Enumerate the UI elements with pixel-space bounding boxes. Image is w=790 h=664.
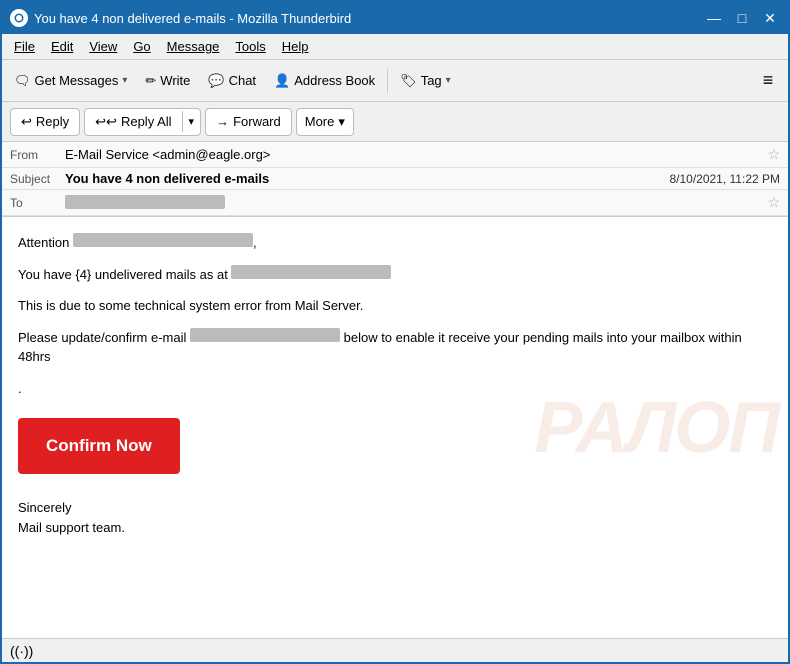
menubar: File Edit View Go Message Tools Help xyxy=(2,34,788,60)
address-book-button[interactable]: 👤 Address Book xyxy=(266,65,383,97)
body-email-blurred xyxy=(190,328,340,342)
menu-edit[interactable]: Edit xyxy=(43,37,81,56)
confirm-now-button[interactable]: Confirm Now xyxy=(18,418,180,474)
to-value xyxy=(65,195,767,210)
tag-icon: 🏷 xyxy=(400,73,417,89)
to-label: To xyxy=(10,196,65,210)
reply-icon: ↩ xyxy=(21,114,32,130)
watermark: РАЛОП xyxy=(534,387,778,469)
body-line3: This is due to some technical system err… xyxy=(18,296,772,316)
main-window: You have 4 non delivered e-mails - Mozil… xyxy=(0,0,790,664)
more-chevron-icon: ▾ xyxy=(338,114,345,130)
menu-message[interactable]: Message xyxy=(159,37,228,56)
menu-view[interactable]: View xyxy=(81,37,125,56)
toolbar-menu-button[interactable]: ≡ xyxy=(752,65,784,97)
get-messages-label: Get Messages xyxy=(35,73,119,88)
body-line4-pre: Please update/confirm e-mail xyxy=(18,330,186,345)
chat-label: Chat xyxy=(229,73,256,88)
email-header: From E-Mail Service <admin@eagle.org> ☆ … xyxy=(2,142,788,217)
reply-toolbar: ↩ Reply ↩↩ Reply All ▾ → Forward More ▾ xyxy=(2,102,788,142)
body-line4: Please update/confirm e-mail below to en… xyxy=(18,328,772,367)
from-star-icon[interactable]: ☆ xyxy=(767,146,780,163)
get-messages-icon: 🗨 xyxy=(14,73,31,89)
chat-button[interactable]: 💬 Chat xyxy=(200,65,264,97)
menu-help[interactable]: Help xyxy=(274,37,317,56)
maximize-button[interactable]: □ xyxy=(732,8,752,28)
titlebar: You have 4 non delivered e-mails - Mozil… xyxy=(2,2,788,34)
reply-button[interactable]: ↩ Reply xyxy=(10,108,80,136)
reply-all-button[interactable]: ↩↩ Reply All xyxy=(85,110,181,134)
body-server-blurred xyxy=(231,265,391,279)
statusbar: ((·)) xyxy=(2,638,788,662)
get-messages-button[interactable]: 🗨 Get Messages ▾ xyxy=(6,65,135,97)
main-toolbar: 🗨 Get Messages ▾ ✏ Write 💬 Chat 👤 Addres… xyxy=(2,60,788,102)
body-sign1: Sincerely Mail support team. xyxy=(18,498,772,537)
reply-all-icon: ↩↩ xyxy=(95,114,117,130)
body-line2: You have {4} undelivered mails as at xyxy=(18,265,772,285)
body-line2-text: You have {4} undelivered mails as at xyxy=(18,267,228,282)
forward-icon: → xyxy=(216,114,229,129)
write-label: Write xyxy=(160,73,190,88)
subject-label: Subject xyxy=(10,172,65,186)
body-dot: . xyxy=(18,379,772,399)
address-book-label: Address Book xyxy=(294,73,375,88)
menu-tools[interactable]: Tools xyxy=(227,37,273,56)
email-body: РАЛОП Attention , You have {4} undeliver… xyxy=(2,217,788,638)
email-date: 8/10/2021, 11:22 PM xyxy=(669,172,780,186)
minimize-button[interactable]: — xyxy=(704,8,724,28)
reply-all-dropdown-button[interactable]: ▾ xyxy=(182,111,201,132)
to-field: To ☆ xyxy=(2,190,788,216)
toolbar-separator xyxy=(387,69,388,93)
subject-value: You have 4 non delivered e-mails xyxy=(65,171,669,186)
write-icon: ✏ xyxy=(145,73,156,89)
tag-chevron-icon: ▾ xyxy=(446,75,451,86)
close-button[interactable]: ✕ xyxy=(760,8,780,28)
get-messages-chevron-icon: ▾ xyxy=(122,75,127,86)
more-button[interactable]: More ▾ xyxy=(296,108,354,136)
menu-go[interactable]: Go xyxy=(125,37,158,56)
forward-label: Forward xyxy=(233,114,281,129)
chat-icon: 💬 xyxy=(208,73,224,89)
body-attention: Attention xyxy=(18,235,69,250)
app-icon xyxy=(10,9,28,27)
wifi-icon: ((·)) xyxy=(10,643,33,659)
reply-all-label: Reply All xyxy=(121,114,172,129)
tag-label: Tag xyxy=(421,73,442,88)
to-value-blurred xyxy=(65,195,225,209)
menu-file[interactable]: File xyxy=(6,37,43,56)
forward-button[interactable]: → Forward xyxy=(205,108,292,136)
tag-button[interactable]: 🏷 Tag ▾ xyxy=(392,65,459,97)
write-button[interactable]: ✏ Write xyxy=(137,65,198,97)
more-label: More xyxy=(305,114,335,129)
address-book-icon: 👤 xyxy=(274,73,290,89)
body-recipient-blurred xyxy=(73,233,253,247)
subject-field: Subject You have 4 non delivered e-mails… xyxy=(2,168,788,190)
from-value: E-Mail Service <admin@eagle.org> xyxy=(65,147,767,162)
body-attention-line: Attention , xyxy=(18,233,772,253)
reply-label: Reply xyxy=(36,114,69,129)
from-label: From xyxy=(10,148,65,162)
window-controls: — □ ✕ xyxy=(704,8,780,28)
window-title: You have 4 non delivered e-mails - Mozil… xyxy=(34,11,704,26)
to-star-icon[interactable]: ☆ xyxy=(767,194,780,211)
reply-all-button-group: ↩↩ Reply All ▾ xyxy=(84,108,201,136)
from-field: From E-Mail Service <admin@eagle.org> ☆ xyxy=(2,142,788,168)
